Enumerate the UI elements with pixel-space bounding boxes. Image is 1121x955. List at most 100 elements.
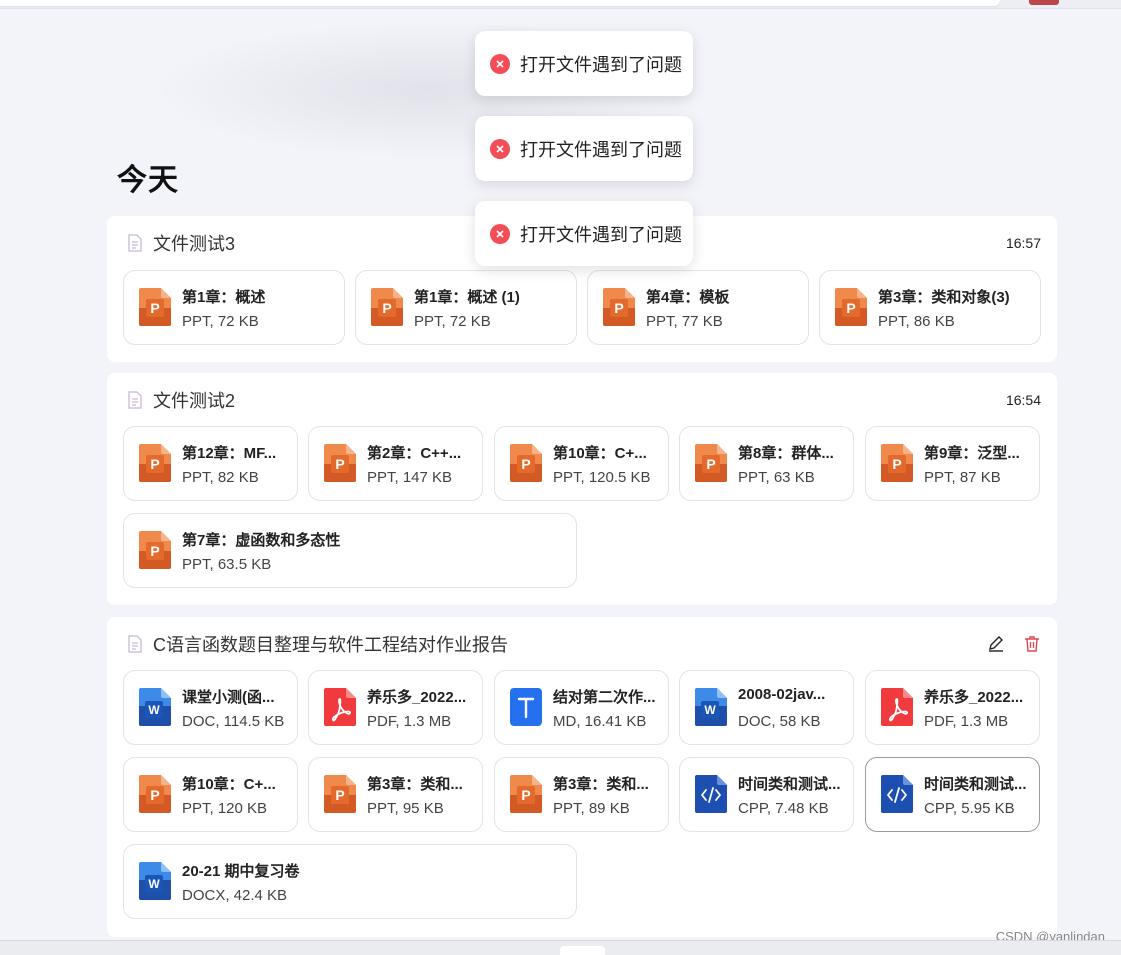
file-tile[interactable]: P 第4章：模板 PPT, 77 KB (587, 270, 809, 345)
file-tile[interactable]: 养乐多_2022... PDF, 1.3 MB (308, 670, 483, 745)
group-title[interactable]: 文件测试2 (153, 387, 235, 413)
word-icon: W (139, 688, 171, 726)
file-meta: DOC, 114.5 KB (182, 713, 285, 730)
error-icon (490, 223, 510, 244)
file-tile[interactable]: P 第1章：概述 (1) PPT, 72 KB (355, 270, 577, 345)
file-meta: PPT, 95 KB (367, 800, 444, 817)
file-meta: PPT, 72 KB (182, 313, 259, 330)
file-name: 2008-02jav... (738, 686, 826, 703)
ppt-icon: P (324, 775, 356, 813)
file-name: 20-21 期中复习卷 (182, 863, 300, 880)
file-meta: PPT, 87 KB (924, 469, 1001, 486)
ppt-icon: P (603, 288, 635, 326)
file-tile[interactable]: 养乐多_2022... PDF, 1.3 MB (865, 670, 1040, 745)
file-name: 养乐多_2022... (924, 689, 1024, 706)
file-name: 第10章：C+... (553, 445, 647, 462)
code-icon (695, 775, 727, 813)
file-tile[interactable]: 结对第二次作... MD, 16.41 KB (494, 670, 669, 745)
file-tile[interactable]: P 第9章：泛型... PPT, 87 KB (865, 426, 1040, 501)
file-name: 第9章：泛型... (924, 445, 1020, 462)
code-icon (881, 775, 913, 813)
file-meta: DOCX, 42.4 KB (182, 887, 288, 904)
file-name: 第8章：群体... (738, 445, 834, 462)
file-tile[interactable]: 时间类和测试... CPP, 5.95 KB (865, 757, 1040, 832)
error-toast: 打开文件遇到了问题 (475, 116, 693, 181)
file-meta: PPT, 63.5 KB (182, 556, 272, 573)
toast-message: 打开文件遇到了问题 (520, 224, 682, 245)
section-heading: 今天 (117, 164, 179, 197)
svg-text:P: P (706, 456, 715, 472)
toast-message: 打开文件遇到了问题 (520, 54, 682, 75)
file-name: 第3章：类和对象(3) (878, 289, 1010, 306)
ppt-icon: P (510, 444, 542, 482)
file-name: 第3章：类和... (367, 776, 463, 793)
file-name: 时间类和测试... (924, 776, 1027, 793)
delete-button[interactable] (1023, 635, 1041, 653)
group-title[interactable]: 文件测试3 (153, 230, 235, 256)
file-meta: PPT, 120 KB (182, 800, 268, 817)
file-tile[interactable]: P 第2章：C++... PPT, 147 KB (308, 426, 483, 501)
error-toast: 打开文件遇到了问题 (475, 201, 693, 266)
pdf-icon (324, 688, 356, 726)
file-name: 时间类和测试... (738, 776, 841, 793)
file-tile[interactable]: W 20-21 期中复习卷 DOCX, 42.4 KB (123, 844, 577, 919)
file-tile[interactable]: P 第3章：类和... PPT, 95 KB (308, 757, 483, 832)
file-tile[interactable]: P 第8章：群体... PPT, 63 KB (679, 426, 854, 501)
file-meta: PPT, 77 KB (646, 313, 723, 330)
group-time: 16:54 (1005, 392, 1041, 408)
svg-text:P: P (892, 456, 901, 472)
error-icon (490, 138, 510, 159)
file-tile[interactable]: P 第1章：概述 PPT, 72 KB (123, 270, 345, 345)
file-meta: PPT, 63 KB (738, 469, 815, 486)
top-bar (0, 0, 1121, 9)
group-header: 文件测试2 16:54 (127, 373, 1041, 427)
file-name: 第1章：概述 (182, 289, 266, 306)
file-meta: PPT, 147 KB (367, 469, 453, 486)
file-name: 第12章：MF... (182, 445, 277, 462)
document-icon (128, 234, 142, 252)
file-tile[interactable]: P 第7章：虚函数和多态性 PPT, 63.5 KB (123, 513, 577, 588)
ppt-icon: P (139, 775, 171, 813)
file-name: 第1章：概述 (1) (414, 289, 520, 306)
file-name: 养乐多_2022... (367, 689, 467, 706)
ppt-icon: P (324, 444, 356, 482)
group-time: 16:57 (1005, 235, 1041, 251)
file-tile[interactable]: 时间类和测试... CPP, 7.48 KB (679, 757, 854, 832)
ppt-icon: P (835, 288, 867, 326)
ppt-icon: P (510, 775, 542, 813)
svg-text:P: P (335, 787, 344, 803)
file-tile[interactable]: W 2008-02jav... DOC, 58 KB (679, 670, 854, 745)
ppt-icon: P (139, 288, 171, 326)
ppt-icon: P (139, 531, 171, 569)
file-name: 第10章：C+... (182, 776, 276, 793)
file-meta: CPP, 5.95 KB (924, 800, 1015, 817)
edit-button[interactable] (987, 635, 1005, 653)
file-meta: PPT, 120.5 KB (553, 469, 651, 486)
group-title[interactable]: C语言函数题目整理与软件工程结对作业报告 (153, 631, 508, 657)
file-meta: DOC, 58 KB (738, 713, 821, 730)
ppt-icon: P (695, 444, 727, 482)
ppt-icon: P (139, 444, 171, 482)
file-tile[interactable]: P 第3章：类和对象(3) PPT, 86 KB (819, 270, 1041, 345)
file-tile[interactable]: W 课堂小测(函... DOC, 114.5 KB (123, 670, 298, 745)
document-icon (128, 391, 142, 409)
error-icon (490, 53, 510, 74)
file-tile[interactable]: P 第12章：MF... PPT, 82 KB (123, 426, 298, 501)
toast-message: 打开文件遇到了问题 (520, 139, 682, 160)
file-tile[interactable]: P 第10章：C+... PPT, 120.5 KB (494, 426, 669, 501)
file-meta: PPT, 82 KB (182, 469, 259, 486)
horizontal-scrollbar[interactable] (0, 940, 1121, 955)
error-toast: 打开文件遇到了问题 (475, 31, 693, 96)
svg-text:W: W (148, 877, 160, 891)
group-actions (987, 635, 1041, 653)
address-bar[interactable] (0, 0, 1000, 6)
file-meta: CPP, 7.48 KB (738, 800, 829, 817)
file-meta: PPT, 72 KB (414, 313, 491, 330)
document-icon (128, 635, 142, 653)
edit-icon (989, 636, 1003, 652)
file-meta: MD, 16.41 KB (553, 713, 647, 730)
file-tile[interactable]: P 第3章：类和... PPT, 89 KB (494, 757, 669, 832)
file-tile[interactable]: P 第10章：C+... PPT, 120 KB (123, 757, 298, 832)
file-name: 结对第二次作... (553, 689, 656, 706)
word-icon: W (139, 862, 171, 900)
